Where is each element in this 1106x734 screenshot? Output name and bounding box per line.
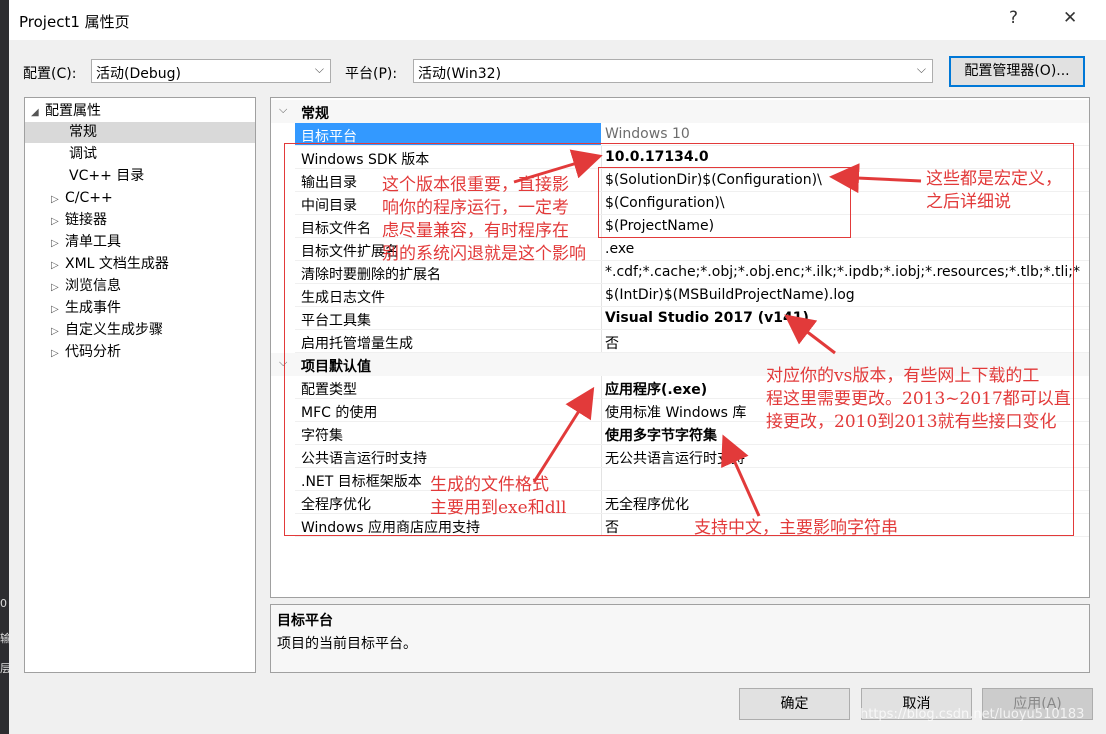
annotation-line: 接更改，2010到2013就有些接口变化 <box>766 412 1057 432</box>
strip-text: 0 <box>0 597 7 610</box>
background-window-strip: 0 输 层 <box>0 0 11 734</box>
arrow-to-charset <box>721 434 761 517</box>
annotation-line: 对应你的vs版本，有些网上下载的工 <box>766 366 1040 386</box>
annotation-line: 这个版本很重要，直接影 <box>382 175 569 195</box>
watermark: https://blog.csdn.net/luoyu510183 <box>860 707 1085 722</box>
arrow-to-macros <box>829 163 922 194</box>
annotation-line: 响你的程序运行，一定考 <box>382 198 569 218</box>
property-pages-dialog: Project1 属性页 ? ✕ 配置(C): 活动(Debug) ⌵ 平台(P… <box>9 0 1106 734</box>
annotation-line: 主要用到exe和dll <box>430 498 567 518</box>
annotation-line: 生成的文件格式 <box>430 475 549 495</box>
arrow-to-toolset <box>784 314 836 355</box>
annotation-format-note: 生成的文件格式 主要用到exe和dll <box>430 474 566 520</box>
annotation-line: 虑尽量兼容，有时程序在 <box>382 221 569 241</box>
annotation-line: 程这里需要更改。2013~2017都可以直 <box>766 389 1071 409</box>
annotation-vs-note: 对应你的vs版本，有些网上下载的工 程这里需要更改。2013~2017都可以直 … <box>766 365 1071 434</box>
annotation-macro-note: 这些都是宏定义， 之后详细说 <box>926 168 1062 214</box>
annotation-line: 别的系统闪退就是这个影响 <box>382 244 586 264</box>
annotation-charset-note: 支持中文，主要影响字符串 <box>694 518 898 538</box>
arrow-to-config-type <box>532 386 595 483</box>
annotation-line: 之后详细说 <box>926 192 1011 212</box>
annotation-sdk-note: 这个版本很重要，直接影 响你的程序运行，一定考 虑尽量兼容，有时程序在 别的系统… <box>382 174 586 266</box>
annotation-line: 这些都是宏定义， <box>926 169 1062 189</box>
